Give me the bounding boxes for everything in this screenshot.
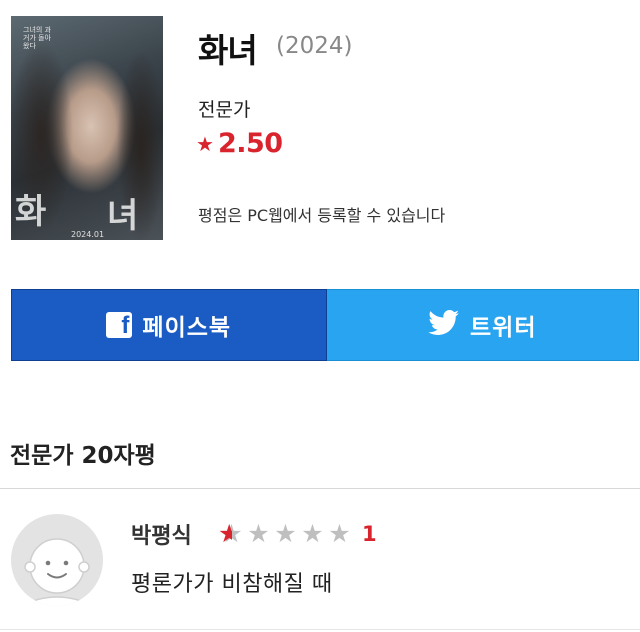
star-icon: ★	[301, 519, 324, 548]
critic-rating-label: 전문가	[198, 99, 251, 121]
critic-rating: ★ 2.50	[196, 128, 283, 159]
critic-rating-value: 2.50	[217, 128, 283, 159]
star-fill: ★	[218, 519, 232, 548]
poster-date: 2024.01	[71, 230, 105, 239]
star-icon: ★	[274, 519, 297, 548]
poster-tagline: 그녀의 과거가 돌아왔다	[23, 26, 51, 50]
review-star-rating: ★ ★ ★ ★ ★ ★	[218, 519, 353, 549]
rating-notice: 평점은 PC웹에서 등록할 수 있습니다	[198, 206, 446, 225]
movie-year: (2024)	[276, 33, 353, 59]
poster-title-left: 화	[15, 192, 47, 232]
avatar	[11, 514, 103, 606]
section-title: 전문가 20자평	[10, 443, 156, 469]
share-buttons: f 페이스북 트위터	[11, 289, 639, 361]
poster-title-right: 녀	[107, 196, 139, 236]
reviewer-name[interactable]: 박평식	[131, 518, 192, 550]
star-icon: ★	[247, 519, 270, 548]
facebook-share-button[interactable]: f 페이스북	[11, 289, 327, 361]
review-comment: 평론가가 비참해질 때	[131, 572, 333, 597]
review-score: 1	[362, 522, 377, 546]
divider	[0, 629, 640, 630]
movie-title: 화녀	[198, 31, 258, 70]
twitter-share-label: 트위터	[470, 315, 537, 341]
facebook-share-label: 페이스북	[142, 315, 232, 341]
star-icon: ★ ★	[218, 519, 243, 548]
movie-poster[interactable]: 그녀의 과거가 돌아왔다 화 녀 2024.01	[11, 16, 163, 240]
twitter-share-button[interactable]: 트위터	[326, 289, 639, 361]
twitter-icon	[428, 310, 460, 340]
facebook-icon: f	[106, 312, 133, 339]
divider	[0, 488, 640, 489]
star-icon: ★	[328, 519, 351, 548]
default-avatar-icon	[20, 538, 94, 606]
star-icon: ★	[196, 131, 214, 156]
